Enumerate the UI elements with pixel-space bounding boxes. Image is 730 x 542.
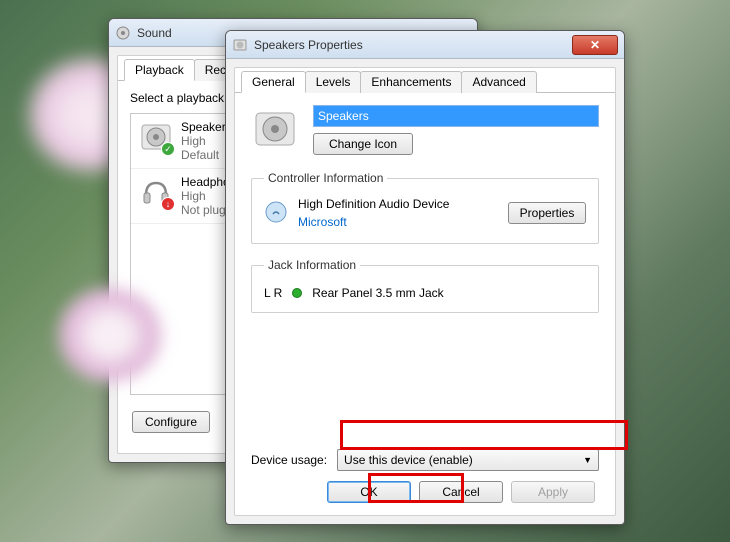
tab-levels[interactable]: Levels (305, 71, 362, 93)
check-icon: ✓ (161, 142, 175, 156)
tab-general[interactable]: General (241, 71, 306, 93)
controller-vendor-link[interactable]: Microsoft (298, 213, 498, 231)
controller-properties-button[interactable]: Properties (508, 202, 586, 224)
device-usage-value: Use this device (enable) (344, 453, 473, 467)
ok-button[interactable]: OK (327, 481, 411, 503)
dialog-footer: OK Cancel Apply (251, 481, 599, 507)
jack-info-group: Jack Information L R Rear Panel 3.5 mm J… (251, 258, 599, 313)
device-usage-combo[interactable]: Use this device (enable) ▼ (337, 449, 599, 471)
headphone-icon: ↓ (139, 175, 173, 209)
controller-legend: Controller Information (264, 171, 387, 185)
configure-button[interactable]: Configure (132, 411, 210, 433)
change-icon-button[interactable]: Change Icon (313, 133, 413, 155)
close-icon: ✕ (590, 38, 600, 52)
jack-legend: Jack Information (264, 258, 360, 272)
cancel-button[interactable]: Cancel (419, 481, 503, 503)
tab-enhancements[interactable]: Enhancements (360, 71, 462, 93)
speaker-icon (232, 37, 248, 53)
properties-tabs: General Levels Enhancements Advanced (235, 70, 615, 93)
apply-button: Apply (511, 481, 595, 503)
properties-title: Speakers Properties (254, 38, 572, 52)
arrow-down-icon: ↓ (161, 197, 175, 211)
device-large-icon (251, 105, 299, 153)
controller-device: High Definition Audio Device (298, 195, 498, 213)
close-button[interactable]: ✕ (572, 35, 618, 55)
tab-playback[interactable]: Playback (124, 59, 195, 81)
controller-icon (264, 200, 288, 227)
jack-label: Rear Panel 3.5 mm Jack (312, 286, 443, 300)
controller-info-group: Controller Information High Definition A… (251, 171, 599, 244)
speaker-icon: ✓ (139, 120, 173, 154)
properties-titlebar[interactable]: Speakers Properties ✕ (226, 31, 624, 59)
tab-advanced[interactable]: Advanced (461, 71, 536, 93)
properties-body: General Levels Enhancements Advanced Cha… (234, 67, 616, 516)
chevron-down-icon: ▼ (583, 455, 592, 465)
general-panel: Change Icon Controller Information High … (235, 93, 615, 515)
properties-window: Speakers Properties ✕ General Levels Enh… (225, 30, 625, 525)
device-usage-label: Device usage: (251, 453, 327, 467)
sound-icon (115, 25, 131, 41)
jack-color-icon (292, 288, 302, 298)
jack-lr: L R (264, 286, 282, 300)
device-name-input[interactable] (313, 105, 599, 127)
device-usage-row: Device usage: Use this device (enable) ▼ (251, 443, 599, 481)
